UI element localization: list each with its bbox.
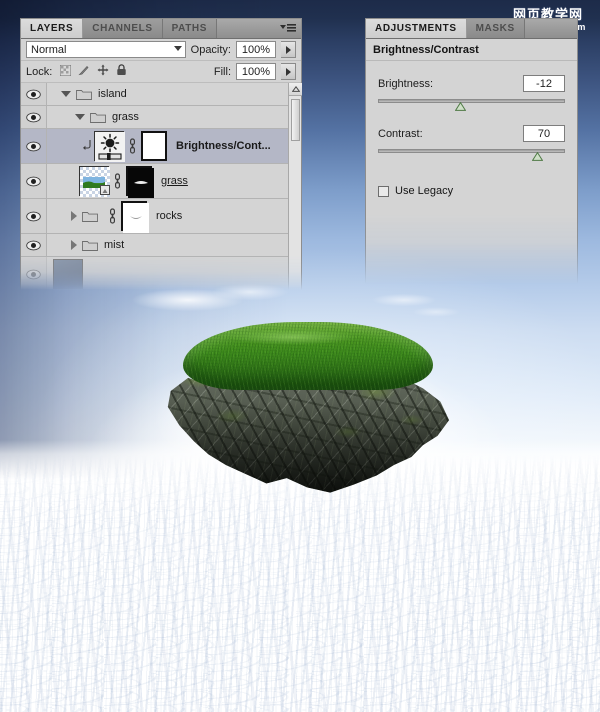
clipping-mask-icon bbox=[83, 139, 92, 153]
tab-masks[interactable]: MASKS bbox=[466, 19, 525, 38]
layer-row-grass-group-body[interactable]: grass bbox=[47, 106, 301, 128]
adjustments-body: Brightness: -12 Contrast: 70 Use Legacy bbox=[366, 61, 577, 197]
adjustments-panel-tabstrip: ADJUSTMENTS MASKS bbox=[366, 19, 577, 39]
group-mask-thumbnail-rocks[interactable] bbox=[121, 201, 149, 233]
lock-position-icon[interactable] bbox=[97, 64, 109, 79]
layer-name-rocks: rocks bbox=[156, 210, 183, 222]
brightness-contrast-icon[interactable] bbox=[94, 131, 125, 162]
layer-row-mist-body[interactable]: mist bbox=[47, 234, 301, 256]
blend-opacity-row: Normal Opacity: 100% bbox=[21, 39, 301, 61]
brightness-label: Brightness: bbox=[378, 77, 434, 90]
disclosure-triangle-right-icon[interactable] bbox=[71, 211, 77, 221]
contrast-slider-knob[interactable] bbox=[531, 151, 544, 161]
blend-mode-value: Normal bbox=[31, 43, 67, 56]
visibility-toggle-island[interactable] bbox=[21, 83, 47, 105]
use-legacy-checkbox[interactable] bbox=[378, 185, 389, 197]
visibility-toggle-partial[interactable] bbox=[21, 257, 47, 291]
layers-scrollbar[interactable] bbox=[288, 83, 302, 291]
panel-menu-icon[interactable] bbox=[280, 23, 296, 35]
layer-row-island[interactable]: island bbox=[21, 83, 301, 106]
brightness-row: Brightness: -12 bbox=[378, 75, 565, 92]
layer-row-brightness-contrast-body[interactable]: Brightness/Cont... bbox=[47, 129, 301, 163]
photoshop-screenshot: 网页教学网 www.webjx.com LAYERS CHANNELS PATH… bbox=[0, 0, 600, 712]
brightness-slider-track bbox=[378, 99, 565, 103]
visibility-toggle-brightness-contrast[interactable] bbox=[21, 129, 47, 163]
layer-row-grass-body[interactable]: grass bbox=[47, 164, 301, 198]
contrast-label: Contrast: bbox=[378, 127, 423, 140]
opacity-input[interactable]: 100% bbox=[236, 41, 276, 58]
island-grass-top bbox=[183, 322, 433, 390]
layers-panel: LAYERS CHANNELS PATHS Normal Opacity: 10… bbox=[20, 18, 302, 292]
adjustments-panel: ADJUSTMENTS MASKS Brightness/Contrast Br… bbox=[365, 18, 578, 284]
tab-paths[interactable]: PATHS bbox=[162, 19, 218, 38]
fill-label: Fill: bbox=[213, 65, 231, 78]
visibility-toggle-rocks[interactable] bbox=[21, 199, 47, 233]
layer-row-grass-group[interactable]: grass bbox=[21, 106, 301, 129]
chevron-down-icon bbox=[173, 46, 182, 51]
use-legacy-row[interactable]: Use Legacy bbox=[378, 185, 565, 197]
partial-layer-thumbnail[interactable] bbox=[53, 259, 83, 289]
folder-icon bbox=[90, 111, 106, 123]
link-icon[interactable] bbox=[108, 208, 117, 224]
layer-row-partial[interactable] bbox=[21, 257, 301, 292]
layer-row-mist[interactable]: mist bbox=[21, 234, 301, 257]
folder-icon bbox=[76, 88, 92, 100]
adjustment-title: Brightness/Contrast bbox=[366, 39, 577, 61]
visibility-toggle-grass-group[interactable] bbox=[21, 106, 47, 128]
tab-adjustments[interactable]: ADJUSTMENTS bbox=[366, 19, 467, 38]
layer-row-rocks[interactable]: rocks bbox=[21, 199, 301, 234]
layer-row-partial-body[interactable] bbox=[47, 257, 301, 291]
layer-name-island: island bbox=[98, 88, 127, 100]
layer-row-island-body[interactable]: island bbox=[47, 83, 301, 105]
disclosure-triangle-down-icon[interactable] bbox=[61, 91, 71, 97]
folder-icon bbox=[82, 210, 98, 222]
visibility-toggle-grass[interactable] bbox=[21, 164, 47, 198]
visibility-toggle-mist[interactable] bbox=[21, 234, 47, 256]
layer-name-mist: mist bbox=[104, 239, 125, 251]
scroll-up-button[interactable] bbox=[289, 83, 302, 96]
layer-name-grass: grass bbox=[161, 175, 188, 187]
opacity-stepper[interactable] bbox=[281, 41, 296, 58]
blend-mode-select[interactable]: Normal bbox=[26, 41, 186, 58]
floating-island-artwork bbox=[90, 290, 520, 520]
brightness-input[interactable]: -12 bbox=[523, 75, 565, 92]
contrast-row: Contrast: 70 bbox=[378, 125, 565, 142]
link-icon[interactable] bbox=[128, 138, 137, 154]
layer-mask-thumbnail-white[interactable] bbox=[141, 131, 167, 161]
lock-fill-row: Lock: Fill: 100% bbox=[21, 61, 301, 83]
scrollbar-thumb[interactable] bbox=[291, 99, 300, 141]
tab-channels[interactable]: CHANNELS bbox=[83, 19, 163, 38]
fill-stepper[interactable] bbox=[281, 63, 296, 80]
lock-image-icon[interactable] bbox=[78, 64, 90, 79]
opacity-label: Opacity: bbox=[190, 43, 231, 56]
lock-transparency-icon[interactable] bbox=[59, 64, 72, 79]
tab-layers[interactable]: LAYERS bbox=[21, 19, 84, 38]
fill-input[interactable]: 100% bbox=[236, 63, 276, 80]
lock-icon-group bbox=[59, 64, 127, 79]
contrast-slider[interactable] bbox=[378, 147, 565, 163]
folder-icon bbox=[82, 239, 98, 251]
grass-layer-thumbnail[interactable] bbox=[79, 166, 110, 197]
layer-mask-thumbnail-black[interactable] bbox=[126, 166, 154, 198]
layer-list: island grass Brightness/Cont... grass ro… bbox=[21, 83, 301, 292]
link-icon[interactable] bbox=[113, 173, 122, 189]
brightness-slider[interactable] bbox=[378, 97, 565, 113]
layer-row-grass[interactable]: grass bbox=[21, 164, 301, 199]
grass-highlight bbox=[203, 326, 383, 348]
layer-row-rocks-body[interactable]: rocks bbox=[47, 199, 301, 233]
use-legacy-label: Use Legacy bbox=[395, 185, 454, 197]
layer-row-brightness-contrast[interactable]: Brightness/Cont... bbox=[21, 129, 301, 164]
disclosure-triangle-right-icon[interactable] bbox=[71, 240, 77, 250]
lock-all-icon[interactable] bbox=[116, 64, 127, 79]
brightness-slider-knob[interactable] bbox=[454, 101, 467, 111]
layers-panel-tabstrip: LAYERS CHANNELS PATHS bbox=[21, 19, 301, 39]
layer-name-brightness-contrast: Brightness/Cont... bbox=[176, 140, 271, 152]
layer-style-badge-icon bbox=[100, 185, 112, 200]
disclosure-triangle-down-icon[interactable] bbox=[75, 114, 85, 120]
contrast-input[interactable]: 70 bbox=[523, 125, 565, 142]
layer-name-grass-group: grass bbox=[112, 111, 139, 123]
lock-label: Lock: bbox=[26, 65, 53, 78]
